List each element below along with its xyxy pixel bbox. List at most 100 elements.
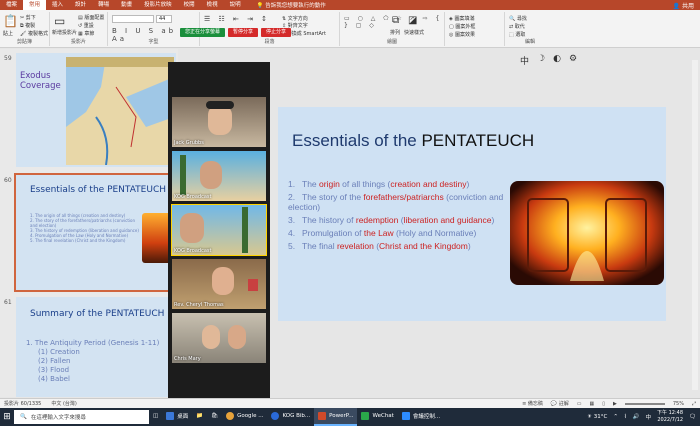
task-view-icon[interactable]: ◫ xyxy=(149,408,162,426)
main-slide-canvas[interactable]: Essentials of the PENTATEUCH 1. The origi… xyxy=(278,107,666,321)
tab-review[interactable]: 校閱 xyxy=(178,0,201,10)
tab-design[interactable]: 設計 xyxy=(69,0,92,10)
tab-slideshow[interactable]: 投影片放映 xyxy=(138,0,178,10)
thumb-title: Exodus Coverage xyxy=(20,71,61,91)
shape-fill-button[interactable]: ◈ 圖案填滿 xyxy=(449,15,474,22)
section-button[interactable]: ▦ 章節 xyxy=(78,30,94,37)
replace-button[interactable]: ⇄ 取代 xyxy=(509,23,525,30)
video-tile-active-speaker[interactable]: KOG Broadcast xyxy=(171,204,267,256)
find-button[interactable]: 🔍 尋找 xyxy=(509,15,527,22)
taskbar-app[interactable]: KOG Bib... xyxy=(267,408,314,426)
new-slide-button[interactable]: 新增投影片 xyxy=(52,29,77,36)
tell-me-search[interactable]: 💡 告訴我您想要執行的動作 xyxy=(257,1,326,9)
pause-share-button[interactable]: 暫停分享 xyxy=(228,28,259,37)
slide-counter: 投影片 60/1335 xyxy=(4,401,42,407)
layout-button[interactable]: ▤ 版面配置 xyxy=(78,14,104,21)
video-tile[interactable]: Jack Grubbs xyxy=(172,97,266,147)
tab-animations[interactable]: 動畫 xyxy=(115,0,138,10)
slide-thumbnail-61[interactable]: Summary of the PENTATEUCH 1. The Antiqui… xyxy=(16,297,176,397)
zoom-share-banner: 您正在分享螢幕 暫停分享 停止分享 xyxy=(180,28,292,37)
taskbar-app[interactable]: 會議控制... xyxy=(398,408,444,426)
arrange-button[interactable]: 排列 xyxy=(390,29,400,36)
thumb-list: 1. The origin of all things (creation an… xyxy=(30,213,142,243)
tab-file[interactable]: 檔案 xyxy=(0,0,23,10)
quick-styles-button[interactable]: 快速樣式 xyxy=(404,29,424,36)
format-painter-button[interactable]: 🖌 複製格式 xyxy=(20,30,48,37)
ime-icon[interactable]: 中 xyxy=(646,413,652,421)
video-tile[interactable]: Chris Mary xyxy=(172,313,266,363)
clock[interactable]: 下午 12:48 2022/7/12 xyxy=(657,410,683,424)
list-icons[interactable]: ☰ ☷ ⇤ ⇥ ↕ xyxy=(204,15,270,23)
network-icon[interactable]: ⌇ xyxy=(624,414,627,420)
participant-name: Rev. Cheryl Thomas xyxy=(174,302,224,308)
taskbar-app[interactable]: WeChat xyxy=(357,408,397,426)
share-button[interactable]: 👤 共用 xyxy=(673,1,694,10)
new-slide-icon[interactable]: ▭ xyxy=(54,14,65,28)
language-indicator[interactable]: 中文 (台灣) xyxy=(51,400,77,407)
shape-effects-button[interactable]: ◎ 圖案效果 xyxy=(449,31,475,38)
notifications-icon[interactable]: 🗨 xyxy=(689,414,696,420)
zoom-level[interactable]: 75% xyxy=(673,401,684,407)
essentials-list[interactable]: 1. The origin of all things (creation and… xyxy=(288,179,528,254)
taskbar-app[interactable]: 桌面 xyxy=(162,408,192,426)
font-size-field[interactable]: 44 xyxy=(156,15,172,23)
flowers xyxy=(248,279,258,291)
taskbar-search[interactable]: 🔍 在這裡輸入文字來搜尋 xyxy=(14,410,149,424)
comments-button[interactable]: 💬 註解 xyxy=(551,400,569,407)
participant-face xyxy=(228,325,246,349)
stop-share-button[interactable]: 停止分享 xyxy=(261,28,292,37)
start-button[interactable]: ⊞ xyxy=(0,408,14,426)
tab-help[interactable]: 說明 xyxy=(224,0,247,10)
zoom-slider[interactable] xyxy=(624,402,665,405)
tab-transitions[interactable]: 轉場 xyxy=(92,0,115,10)
burning-tablets-image[interactable] xyxy=(510,181,664,285)
text-direction-button[interactable]: ⇅ 文字方向 xyxy=(282,15,308,22)
moon-icon[interactable]: ☽ xyxy=(537,54,545,67)
paste-icon[interactable]: 📋 xyxy=(3,14,18,28)
taskbar-app-active[interactable]: PowerP... xyxy=(314,408,358,426)
video-tile[interactable]: KOG Broadcast xyxy=(172,151,266,201)
file-explorer-icon[interactable]: 📁 xyxy=(192,408,207,426)
list-item: 3. The history of redemption (liberation … xyxy=(288,215,495,225)
font-name-field[interactable] xyxy=(112,15,154,23)
participant-face xyxy=(208,105,232,135)
copy-button[interactable]: ⧉ 複製 xyxy=(20,22,35,29)
tab-home[interactable]: 常用 xyxy=(23,0,47,10)
video-tile[interactable]: Rev. Cheryl Thomas xyxy=(172,259,266,309)
slide-thumbnail-59[interactable]: Exodus Coverage xyxy=(16,53,176,167)
settings-icon[interactable]: ⚙ xyxy=(569,54,577,67)
quick-styles-icon[interactable]: ◪ xyxy=(408,15,417,26)
thumb-list: 1. The Antiquity Period (Genesis 1-11) (… xyxy=(26,339,159,384)
tab-insert[interactable]: 插入 xyxy=(46,0,69,10)
slideshow-view-icon[interactable]: ▶ xyxy=(613,401,617,407)
paste-button[interactable]: 貼上 xyxy=(3,30,13,37)
chinese-input-icon[interactable]: 中 xyxy=(520,54,529,67)
shape-outline-button[interactable]: ▢ 圖案外框 xyxy=(449,23,475,30)
normal-view-icon[interactable]: ▭ xyxy=(577,401,582,407)
arrange-icon[interactable]: ⧉ xyxy=(392,15,399,26)
thumb-list-item: (4) Babel xyxy=(38,375,70,383)
status-bar: 投影片 60/1335 中文 (台灣) ≡ 備忘稿 💬 註解 ▭ ▦ ▯ ▶ 7… xyxy=(0,398,700,408)
tab-view[interactable]: 檢視 xyxy=(201,0,224,10)
participant-name: KOG Broadcast xyxy=(174,194,212,200)
slide-title[interactable]: Essentials of the PENTATEUCH xyxy=(292,131,534,151)
volume-icon[interactable]: 🔊 xyxy=(633,414,640,420)
participant-name: Chris Mary xyxy=(174,356,201,362)
taskbar-app[interactable]: Google ... xyxy=(222,408,267,426)
notes-button[interactable]: ≡ 備忘稿 xyxy=(522,400,543,407)
vertical-scrollbar[interactable] xyxy=(692,60,698,390)
chevron-up-icon[interactable]: ⌃ xyxy=(613,414,618,420)
sorter-view-icon[interactable]: ▦ xyxy=(590,401,595,407)
reset-button[interactable]: ↺ 重設 xyxy=(78,22,94,29)
half-width-icon[interactable]: ◐ xyxy=(553,54,561,67)
weather-icon[interactable]: ☀ 31°C xyxy=(587,414,607,420)
store-icon[interactable]: 🛍 xyxy=(207,408,222,426)
fit-slide-icon[interactable]: ⤢ xyxy=(692,401,696,407)
list-item: 2. The story of the forefathers/patriarch… xyxy=(288,192,504,212)
reading-view-icon[interactable]: ▯ xyxy=(602,401,605,407)
egypt-map-image xyxy=(66,57,174,165)
cut-button[interactable]: ✂ 剪下 xyxy=(20,14,36,21)
slide-thumbnail-60[interactable]: Essentials of the PENTATEUCH 1. The orig… xyxy=(14,173,178,292)
screen-share-status[interactable]: 您正在分享螢幕 xyxy=(180,28,226,37)
select-button[interactable]: ⬚ 選取 xyxy=(509,31,525,38)
